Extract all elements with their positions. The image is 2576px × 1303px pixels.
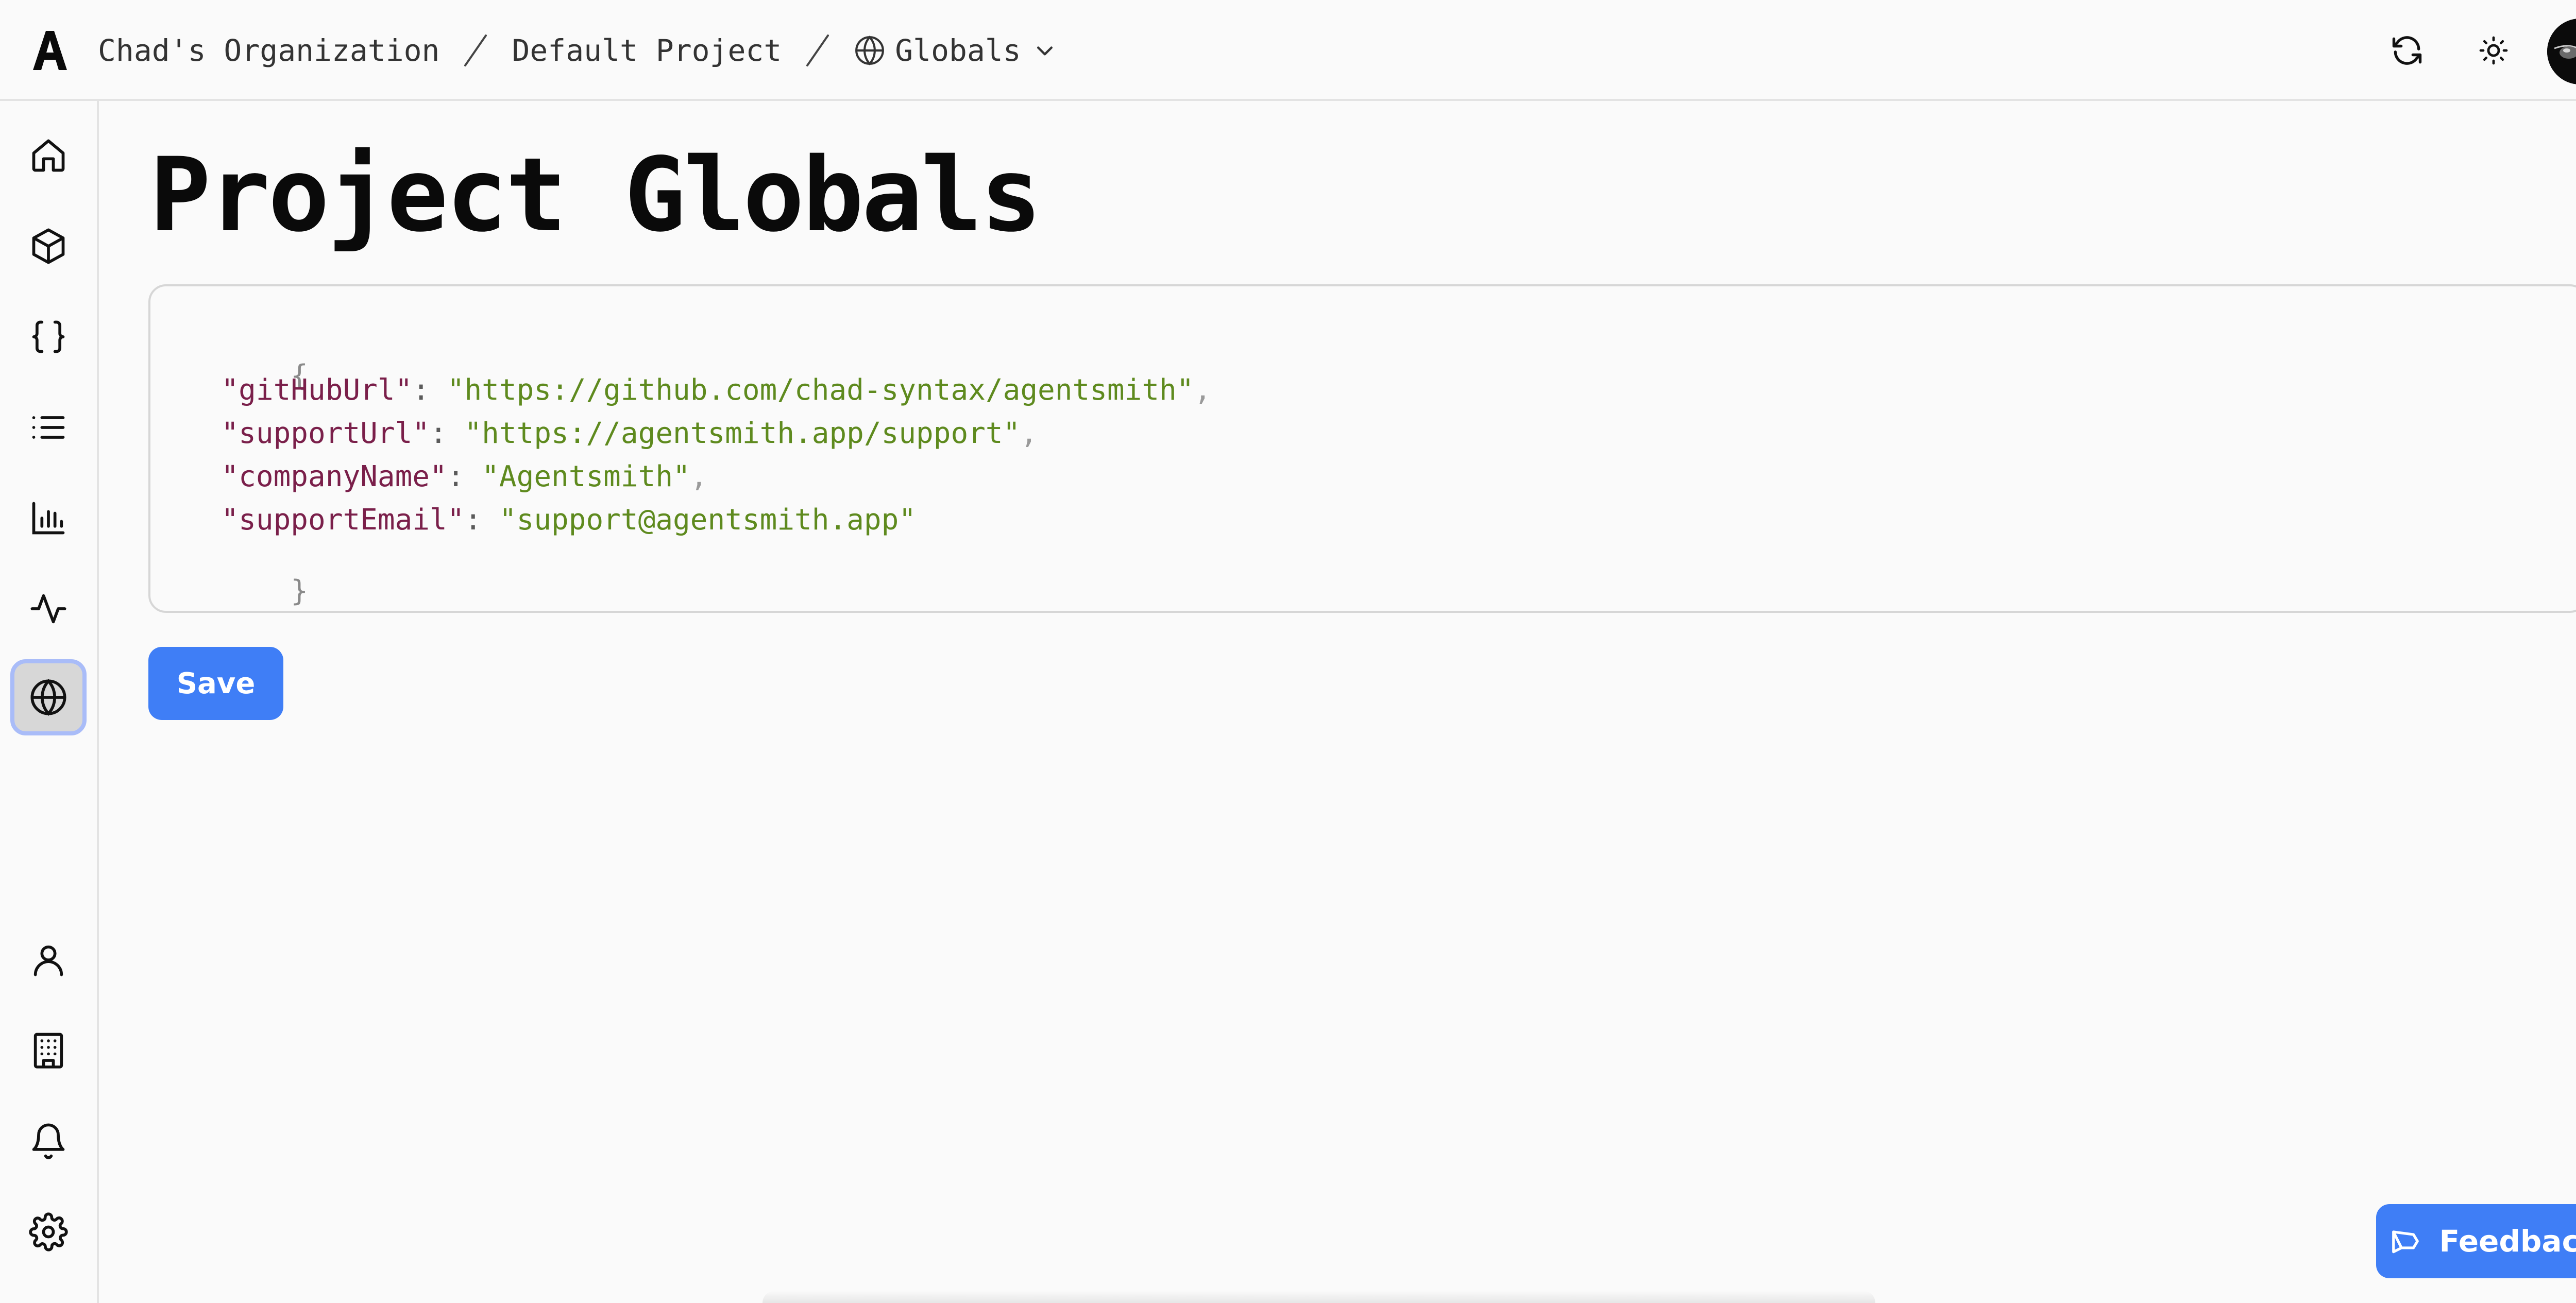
json-editor[interactable]: { "gitHubUrl": "https://github.com/chad-… <box>148 284 2576 613</box>
sidebar-item-metrics[interactable] <box>10 480 87 556</box>
user-icon <box>33 945 63 976</box>
page-title: Project Globals <box>149 135 1042 254</box>
chevron-down-icon <box>1037 46 1053 56</box>
avatar-sunglasses-icon <box>2547 19 2576 84</box>
breadcrumb: Chad's Organization Default Project Glob… <box>98 0 1056 101</box>
theme-toggle-button[interactable] <box>2474 31 2513 70</box>
breadcrumb-separator-icon <box>464 35 487 66</box>
sidebar-item-notifications[interactable] <box>10 1103 87 1179</box>
json-close-brace: } <box>291 574 309 608</box>
json-entry: "companyName": "Agentsmith", <box>221 460 708 493</box>
home-icon <box>32 139 65 172</box>
gear-icon <box>29 1212 68 1251</box>
sidebar-item-logs[interactable] <box>10 389 87 466</box>
breadcrumb-project[interactable]: Default Project <box>512 33 782 68</box>
list-icon <box>32 416 65 439</box>
app-root: Chad's Organization Default Project Glob… <box>0 0 2576 1303</box>
json-entry: "gitHubUrl": "https://github.com/chad-sy… <box>221 373 1212 407</box>
breadcrumb-current-dropdown[interactable]: Globals <box>854 33 1056 68</box>
pulse-icon <box>30 594 66 624</box>
bottom-panel-edge <box>762 1291 1875 1303</box>
bar-chart-icon <box>32 502 65 535</box>
save-button[interactable]: Save <box>148 647 283 720</box>
sidebar-item-variables[interactable] <box>10 299 87 375</box>
breadcrumb-organization[interactable]: Chad's Organization <box>98 33 439 68</box>
feedback-label: Feedback <box>2439 1224 2576 1259</box>
breadcrumb-current-label: Globals <box>895 33 1021 68</box>
sidebar-item-home[interactable] <box>10 117 87 194</box>
sidebar-item-activity[interactable] <box>10 571 87 647</box>
sidebar-item-account[interactable] <box>10 922 87 998</box>
refresh-icon <box>2392 36 2422 65</box>
building-icon <box>33 1033 63 1069</box>
sidebar-item-organization[interactable] <box>10 1013 87 1089</box>
breadcrumb-separator-icon <box>806 35 829 66</box>
top-header: Chad's Organization Default Project Glob… <box>0 0 2576 101</box>
refresh-button[interactable] <box>2387 31 2427 70</box>
globe-icon <box>855 36 885 65</box>
logo-a-icon <box>33 31 67 70</box>
feedback-button[interactable]: Feedback <box>2376 1204 2576 1278</box>
bell-icon <box>32 1123 65 1159</box>
json-entry: "supportEmail": "support@agentsmith.app" <box>221 503 917 537</box>
globe-icon <box>30 679 66 716</box>
cube-icon <box>32 228 65 264</box>
sidebar-item-settings[interactable] <box>10 1194 87 1270</box>
user-avatar[interactable] <box>2547 19 2576 84</box>
sun-icon <box>2479 36 2508 65</box>
sidebar-item-prompts[interactable] <box>10 208 87 284</box>
json-entry: "supportUrl": "https://agentsmith.app/su… <box>221 417 1038 450</box>
braces-icon <box>32 320 65 353</box>
sidebar <box>0 101 99 1303</box>
feedback-icon <box>2392 1230 2419 1254</box>
sidebar-item-globals[interactable] <box>10 659 87 735</box>
app-logo[interactable] <box>32 30 68 71</box>
